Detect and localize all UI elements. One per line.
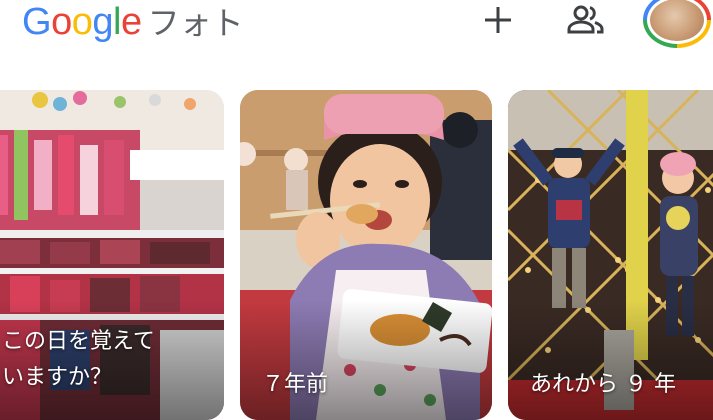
memories-carousel: この日を覚えて いますか？ ７年前 あれから ９ 年	[0, 90, 713, 420]
app-name: フォト	[147, 4, 244, 42]
memory-caption-2: ７年前	[262, 372, 329, 397]
memory-card-2[interactable]: ７年前	[240, 90, 492, 420]
plus-icon	[485, 7, 511, 33]
caption-gradient	[508, 300, 713, 420]
google-wordmark: Google	[22, 1, 142, 43]
memory-caption-3: あれから ９ 年	[530, 372, 676, 397]
google-photos-logo: Google フォト	[22, 0, 244, 44]
avatar-image	[650, 0, 704, 41]
add-button[interactable]	[476, 0, 520, 40]
top-app-bar: Google フォト	[0, 0, 713, 50]
memory-caption-1: この日を覚えて いますか？	[2, 324, 155, 396]
people-icon	[567, 5, 604, 34]
caption-gradient	[240, 300, 492, 420]
memory-card-1[interactable]: この日を覚えて いますか？	[0, 90, 224, 420]
memory-caption-line-2: いますか？	[2, 365, 113, 390]
sharing-button[interactable]	[564, 0, 608, 40]
memory-caption-line-1: この日を覚えて	[2, 329, 155, 354]
account-avatar[interactable]	[643, 0, 711, 48]
memory-card-3[interactable]: あれから ９ 年	[508, 90, 713, 420]
avatar-ring-gap	[647, 0, 707, 44]
